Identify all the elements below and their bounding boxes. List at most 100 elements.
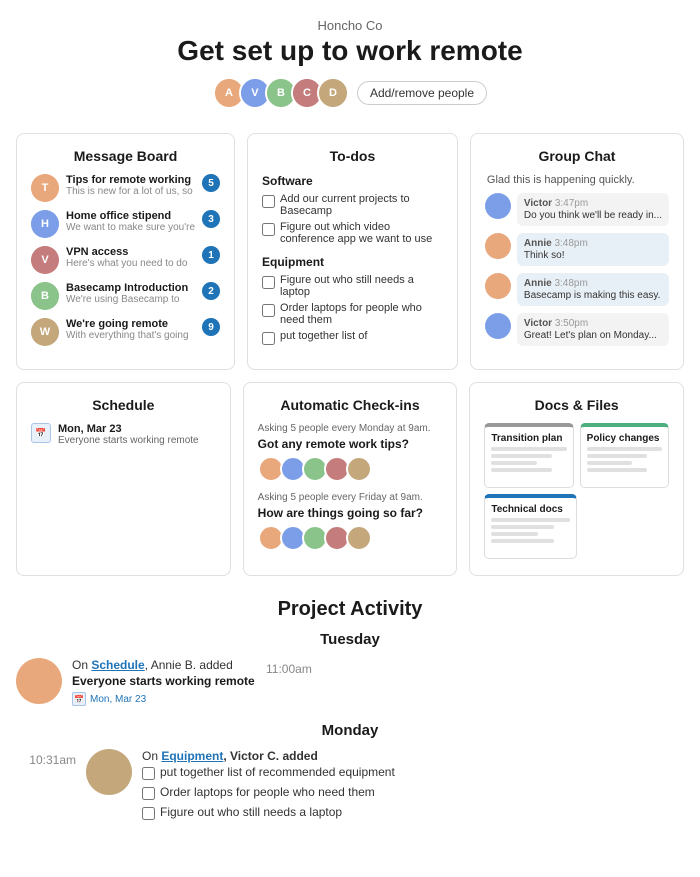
doc-line [491,539,554,543]
doc-card[interactable]: Transition plan [484,423,573,488]
todo-label: Figure out which video conference app we… [280,221,443,245]
todo-checkbox[interactable] [142,807,155,820]
doc-line [491,461,536,465]
checkin-group: Asking 5 people every Friday at 9am. How… [258,492,443,551]
schedule-title: Schedule [31,397,216,413]
activity-content: On Equipment, Victor C. added put togeth… [132,749,684,825]
chat-item: Annie 3:48pm Basecamp is making this eas… [485,273,669,306]
todo-checkbox[interactable] [262,276,275,289]
msg-title: VPN access [66,246,195,258]
day-label: Tuesday [16,631,684,648]
activity-time: 11:00am [266,658,336,676]
message-board-item[interactable]: B Basecamp Introduction We're using Base… [31,282,220,310]
chat-text: Great! Let's plan on Monday... [524,330,662,341]
msg-sub: We want to make sure you're [66,222,195,233]
checkin-question: How are things going so far? [258,506,443,520]
activity-title: Project Activity [16,598,684,621]
todo-text: Figure out who still needs a laptop [160,805,342,819]
checkin-avatar [346,456,372,482]
doc-line [491,525,554,529]
doc-card[interactable]: Policy changes [580,423,669,488]
activity-link[interactable]: Equipment [161,749,223,763]
doc-line [491,468,551,472]
bottom-grid: Schedule 📅 Mon, Mar 23 Everyone starts w… [0,382,700,588]
message-board-item[interactable]: H Home office stipend We want to make su… [31,210,220,238]
todo-item: put together list of [262,330,443,345]
activity-link[interactable]: Schedule [91,658,144,672]
avatar: D [317,77,349,109]
message-board-item[interactable]: T Tips for remote working This is new fo… [31,174,220,202]
schedule-badge: 📅 Mon, Mar 23 [72,692,266,706]
chat-item: Annie 3:48pm Think so! [485,233,669,266]
top-grid: Message Board T Tips for remote working … [0,133,700,382]
chat-item: Victor 3:50pm Great! Let's plan on Monda… [485,313,669,346]
calendar-icon: 📅 [72,692,86,706]
doc-title: Technical docs [491,504,569,515]
docs-card: Docs & Files Transition plan Policy chan… [469,382,684,576]
doc-line [587,454,647,458]
checkins-title: Automatic Check-ins [258,397,443,413]
todo-item: Add our current projects to Basecamp [262,193,443,217]
chat-text: Do you think we'll be ready in... [524,210,662,221]
add-people-button[interactable]: Add/remove people [357,81,487,105]
msg-avatar: T [31,174,59,202]
chat-text: Think so! [524,250,662,261]
msg-title: We're going remote [66,318,195,330]
day-section: Tuesday On Schedule, Annie B. added Ever… [16,631,684,706]
checkin-group: Asking 5 people every Monday at 9am. Got… [258,423,443,482]
schedule-item: 📅 Mon, Mar 23 Everyone starts working re… [31,423,216,446]
doc-line [491,518,569,522]
todo-checkbox[interactable] [262,332,275,345]
doc-lines [491,518,569,543]
todo-groups: Software Add our current projects to Bas… [262,174,443,345]
message-board-items: T Tips for remote working This is new fo… [31,174,220,346]
todo-group: Equipment Figure out who still needs a l… [262,255,443,345]
chat-avatar [485,313,511,339]
msg-content: Home office stipend We want to make sure… [66,210,195,233]
day-section: Monday 10:31am On Equipment, Victor C. a… [16,722,684,825]
todo-checkbox[interactable] [262,223,275,236]
todo-label: put together list of [280,330,367,342]
msg-badge: 5 [202,174,220,192]
doc-card[interactable]: Technical docs [484,494,576,559]
todo-checkbox[interactable] [142,767,155,780]
todo-section-title: Equipment [262,255,443,269]
avatar-group: AVBCD [213,77,349,109]
todo-text: put together list of recommended equipme… [160,765,395,779]
todo-small-item: Figure out who still needs a laptop [142,805,684,820]
page-header: Honcho Co Get set up to work remote AVBC… [0,0,700,133]
todo-small-item: put together list of recommended equipme… [142,765,684,780]
message-board-item[interactable]: V VPN access Here's what you need to do … [31,246,220,274]
checkins-card: Automatic Check-ins Asking 5 people ever… [243,382,458,576]
doc-title: Policy changes [587,433,662,444]
doc-line [587,468,647,472]
msg-sub: This is new for a lot of us, so [66,186,195,197]
msg-badge: 1 [202,246,220,264]
checkin-avatars [258,456,443,482]
docs-title: Docs & Files [484,397,669,413]
checkin-avatar [346,525,372,551]
todo-checkbox[interactable] [142,787,155,800]
checkin-question: Got any remote work tips? [258,437,443,451]
doc-title: Transition plan [491,433,566,444]
msg-sub: With everything that's going [66,330,195,341]
msg-content: We're going remote With everything that'… [66,318,195,341]
activity-desc: On Equipment, Victor C. added [142,749,684,763]
chat-avatar [485,193,511,219]
todo-checkbox[interactable] [262,195,275,208]
todo-item: Figure out who still needs a laptop [262,274,443,298]
message-board-item[interactable]: W We're going remote With everything tha… [31,318,220,346]
todo-checkbox[interactable] [262,304,275,317]
activity-row: On Schedule, Annie B. added Everyone sta… [16,658,684,706]
msg-badge: 9 [202,318,220,336]
schedule-badge-label: Mon, Mar 23 [90,694,146,705]
activity-avatar [16,658,62,704]
calendar-icon: 📅 [31,423,51,443]
doc-line [491,447,566,451]
docs-grid: Transition plan Policy changes Technical… [484,423,669,559]
msg-badge: 3 [202,210,220,228]
doc-line [491,532,538,536]
todo-label: Order laptops for people who need them [280,302,443,326]
msg-title: Basecamp Introduction [66,282,195,294]
msg-content: Tips for remote working This is new for … [66,174,195,197]
